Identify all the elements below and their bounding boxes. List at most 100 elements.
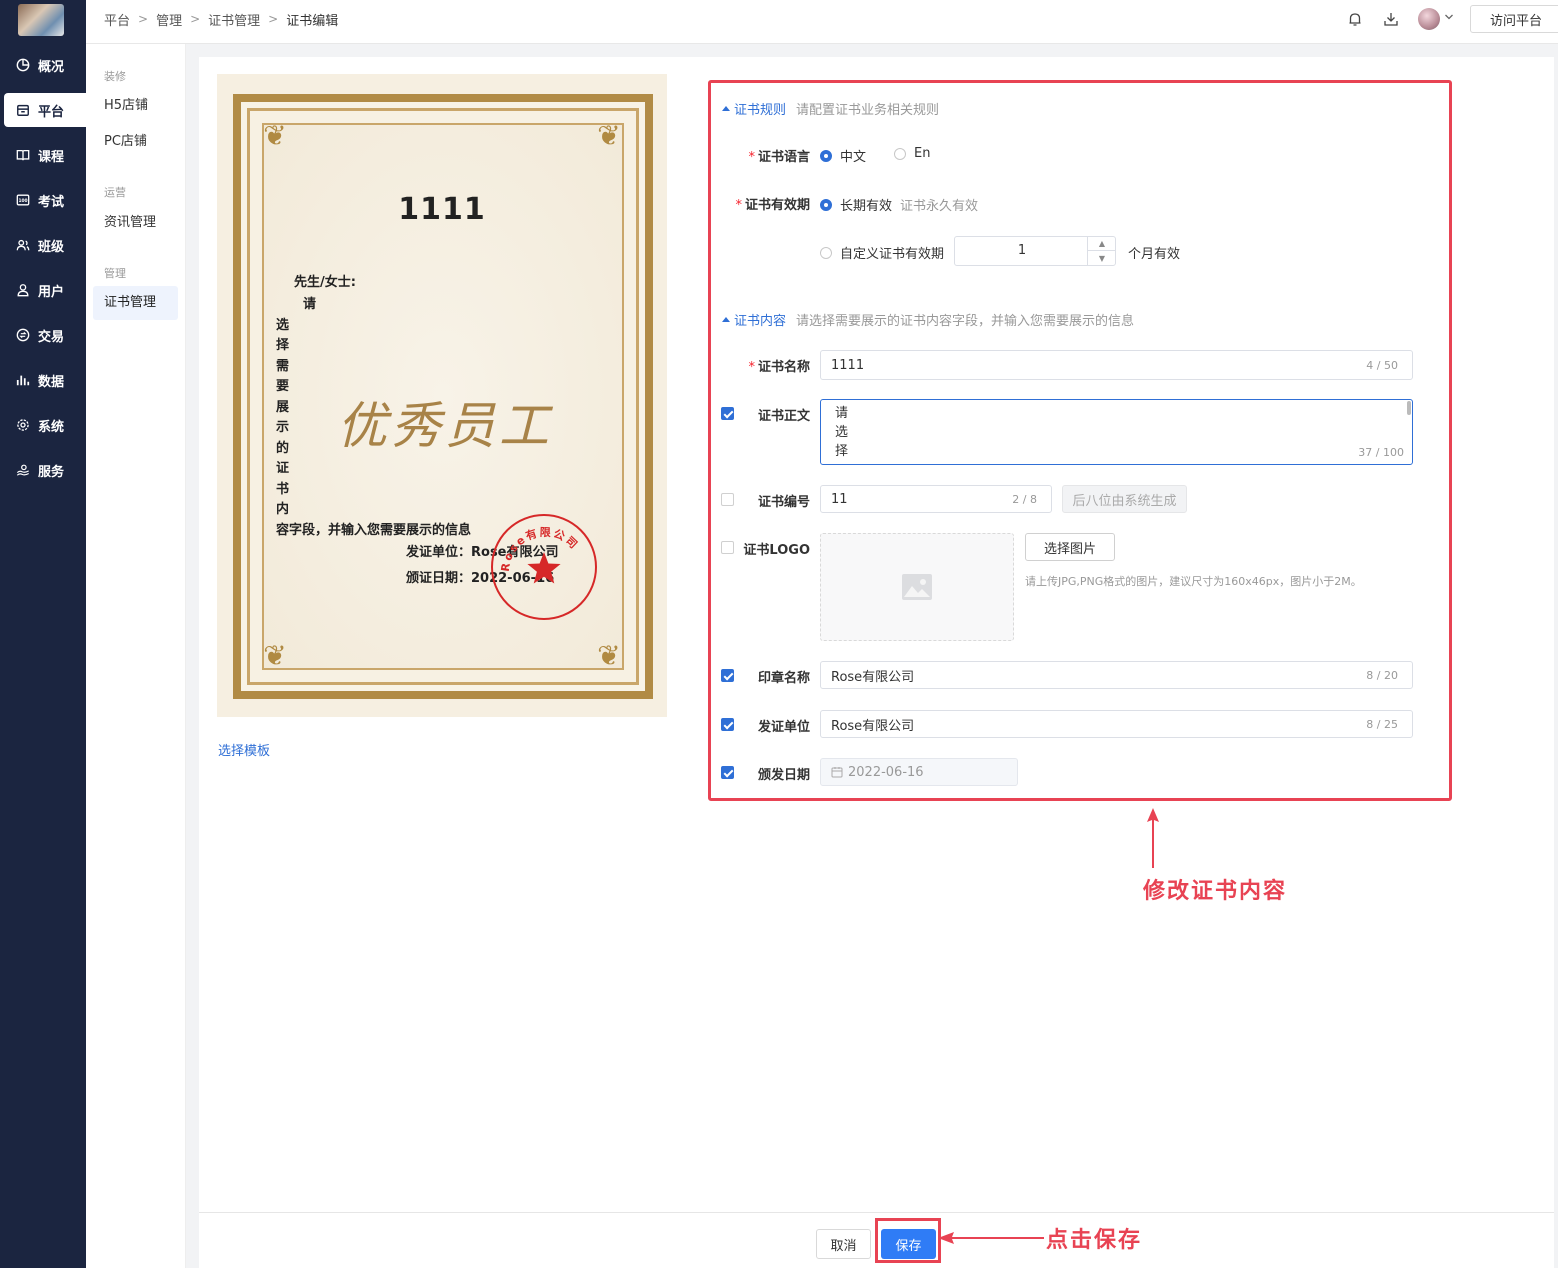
submenu-item-h5-shop[interactable]: H5店铺 [93,89,178,123]
nav-label: 服务 [38,464,65,480]
save-button[interactable]: 保存 [881,1229,936,1259]
certificate-number-input[interactable]: 11 2 / 8 [820,485,1052,513]
download-icon[interactable] [1382,10,1400,28]
number-checkbox[interactable] [721,493,734,506]
gear-icon [16,418,30,432]
section-title: 证书内容 [734,314,787,329]
menu-group-title: 装修 [104,70,126,83]
nav-item-transaction[interactable]: 交易 [0,318,86,352]
nav-label: 用户 [38,284,65,300]
menu-group-title: 运营 [104,186,126,199]
nav-item-data[interactable]: 数据 [0,363,86,397]
radio-dot [820,198,832,211]
section-title: 证书规则 [734,103,787,118]
nav-label: 班级 [38,239,65,255]
nav-label: 交易 [38,329,65,345]
increment-icon[interactable]: ▲ [1088,237,1116,251]
section-desc: 请配置证书业务相关规则 [796,103,940,118]
section-desc: 请选择需要展示的证书内容字段，并输入您需要展示的信息 [796,314,1135,329]
nav-label: 系统 [38,419,65,435]
nav-item-overview[interactable]: 概况 [0,48,86,82]
submenu-item-news[interactable]: 资讯管理 [93,206,178,240]
service-icon [16,463,30,477]
certificate-name-input[interactable]: 1111 4 / 50 [820,350,1413,380]
nav-label: 数据 [38,374,65,390]
date-label: 颁发日期 [757,768,810,783]
breadcrumb-item[interactable]: 管理 [156,10,182,29]
logo-checkbox[interactable] [721,541,734,554]
logo-upload-area[interactable] [820,533,1014,641]
pie-chart-icon [16,58,30,72]
breadcrumb-item[interactable]: 证书管理 [208,10,260,29]
avatar[interactable] [1418,8,1440,30]
choose-image-button[interactable]: 选择图片 [1025,533,1115,561]
nav-item-class[interactable]: 班级 [0,228,86,262]
number-label: 证书编号 [757,495,810,510]
body-checkbox[interactable] [721,407,734,420]
issuer-checkbox[interactable] [721,718,734,731]
secondary-menu: 装修 H5店铺 PC店铺 运营 资讯管理 管理 证书管理 [86,44,186,1268]
bell-icon[interactable] [1346,10,1364,28]
language-label: * 证书语言 [748,150,810,165]
class-icon [16,238,30,252]
scrollbar[interactable] [1407,401,1411,415]
nav-item-platform[interactable]: 平台 [4,93,86,127]
seal-name-input[interactable]: Rose有限公司 8 / 20 [820,661,1413,689]
chevron-down-icon[interactable] [1444,12,1454,22]
chevron-right-icon: > [268,12,279,26]
submenu-item-pc-shop[interactable]: PC店铺 [93,125,178,159]
image-placeholder-icon [902,574,932,600]
visit-platform-button[interactable]: 访问平台 [1470,5,1558,33]
cancel-button[interactable]: 取消 [816,1229,871,1259]
language-radio-en[interactable]: En [894,146,930,161]
language-radio-cn[interactable]: 中文 [820,146,866,165]
nav-item-system[interactable]: 系统 [0,408,86,442]
radio-dot [820,149,832,162]
breadcrumb: 平台 > 管理 > 证书管理 > 证书编辑 [104,0,338,38]
nav-item-service[interactable]: 服务 [0,453,86,487]
annotation-save: 点击保存 [1046,1227,1143,1253]
char-count: 8 / 25 [1366,718,1398,731]
char-count: 2 / 8 [1012,493,1037,506]
months-suffix: 个月有效 [1128,247,1181,262]
breadcrumb-current: 证书编辑 [286,13,339,29]
bar-chart-icon [16,373,30,387]
nav-item-user[interactable]: 用户 [0,273,86,307]
seal-checkbox[interactable] [721,669,734,682]
months-value[interactable]: 1 [955,237,1089,265]
transaction-icon [16,328,30,342]
radio-dot [894,147,906,160]
nav-item-exam[interactable]: 100 考试 [0,183,86,217]
radio-dot [820,246,832,259]
calendar-icon [831,767,843,778]
section-content-toggle[interactable]: 证书内容 请选择需要展示的证书内容字段，并输入您需要展示的信息 [722,310,1134,329]
caret-up-icon [722,317,730,322]
choose-template-link[interactable]: 选择模板 [218,740,270,759]
body-label: 证书正文 [757,409,810,424]
certificate-salutation: 先生/女士: [294,275,356,290]
main-nav: 概况 平台 课程 100 考试 班级 用户 交易 数据 系统 服务 [0,0,86,1268]
store-icon [16,103,30,117]
ornament-corner-icon: ❦ [263,639,287,672]
annotation-arrow-left [938,1232,1044,1244]
user-icon [16,283,30,297]
certificate-body-textarea[interactable]: 请 选 择 37 / 100 [820,399,1413,465]
date-checkbox[interactable] [721,766,734,779]
months-stepper[interactable]: 1 ▲ ▼ [954,236,1116,266]
nav-item-course[interactable]: 课程 [0,138,86,172]
issuer-label: 发证单位 [757,720,810,735]
validity-radio-custom[interactable]: 自定义证书有效期 [820,243,944,262]
book-icon [16,148,30,162]
issue-date-picker[interactable]: 2022-06-16 [820,758,1018,786]
exam-icon: 100 [16,193,30,207]
certificate-preview: ❦ ❦ ❦ ❦ 1111 先生/女士: 请 选 择 需 要 展 示 的 证 书 … [217,74,667,717]
caret-up-icon [722,106,730,111]
decrement-icon[interactable]: ▼ [1088,251,1116,265]
breadcrumb-item[interactable]: 平台 [104,10,130,29]
submenu-item-certificates[interactable]: 证书管理 [93,286,178,320]
section-rules-toggle[interactable]: 证书规则 请配置证书业务相关规则 [722,99,939,118]
upload-tip: 请上传JPG,PNG格式的图片，建议尺寸为160x46px，图片小于2M。 [1025,575,1362,588]
validity-radio-permanent[interactable]: 长期有效 证书永久有效 [820,195,978,214]
app-logo[interactable] [18,4,64,36]
issuer-input[interactable]: Rose有限公司 8 / 25 [820,710,1413,738]
